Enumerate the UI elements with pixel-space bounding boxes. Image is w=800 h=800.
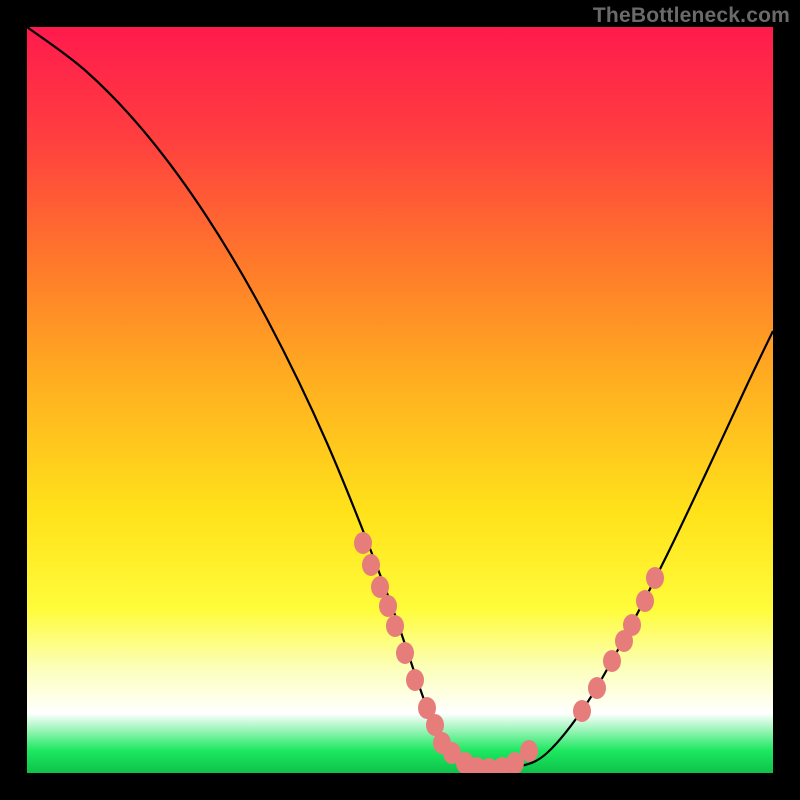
- curve-markers: [354, 532, 664, 773]
- marker-dot: [406, 669, 424, 691]
- marker-dot: [636, 590, 654, 612]
- marker-dot: [362, 554, 380, 576]
- marker-dot: [371, 576, 389, 598]
- marker-dot: [623, 614, 641, 636]
- marker-dot: [386, 615, 404, 637]
- marker-dot: [646, 567, 664, 589]
- marker-dot: [379, 595, 397, 617]
- watermark-text: TheBottleneck.com: [593, 4, 790, 28]
- marker-dot: [520, 740, 538, 762]
- marker-dot: [603, 650, 621, 672]
- chart-svg: [27, 27, 773, 773]
- marker-dot: [573, 700, 591, 722]
- marker-dot: [396, 642, 414, 664]
- marker-dot: [354, 532, 372, 554]
- marker-dot: [588, 677, 606, 699]
- chart-frame: [27, 27, 773, 773]
